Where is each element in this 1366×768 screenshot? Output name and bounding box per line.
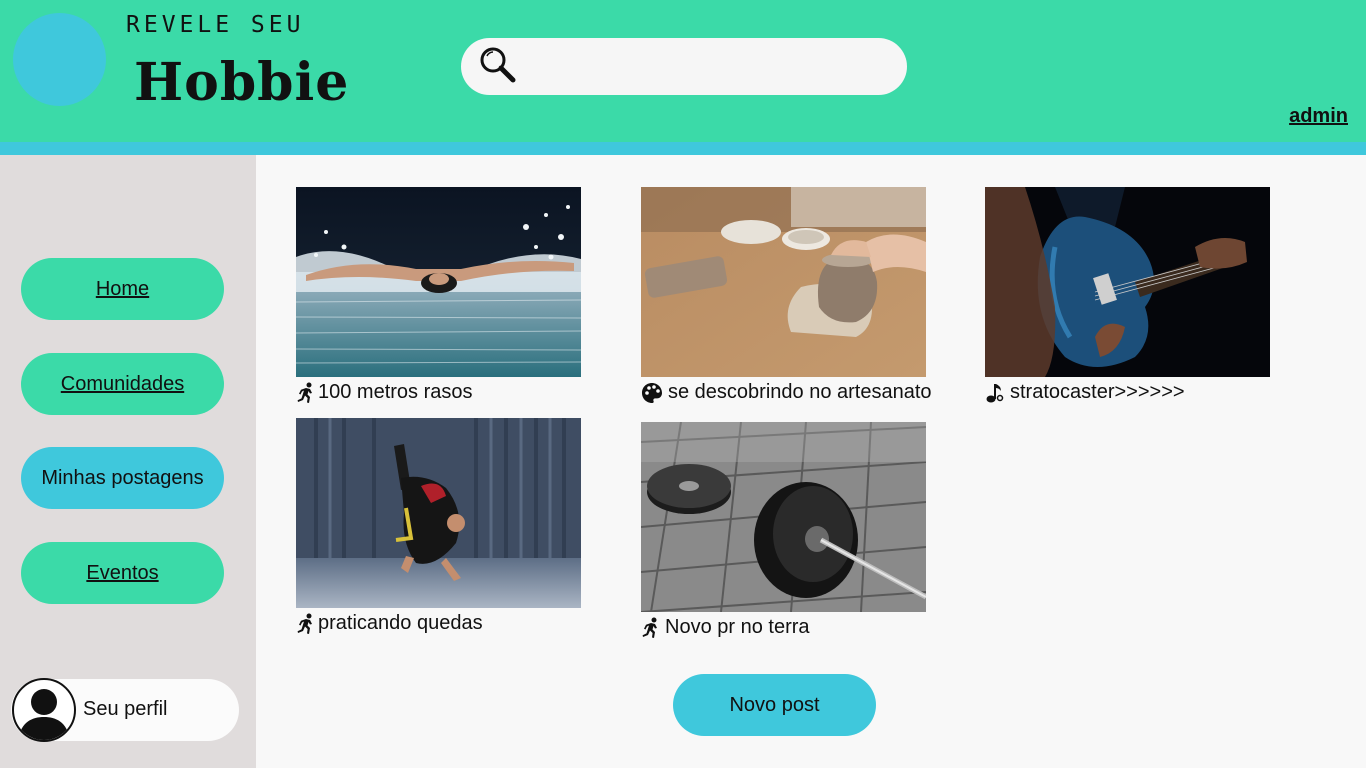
post-image-pottery[interactable]: [641, 187, 926, 377]
search-icon[interactable]: [478, 45, 518, 85]
brand-tagline: REVELE SEU: [126, 12, 305, 38]
palette-icon: [642, 382, 662, 403]
post-caption: 100 metros rasos: [296, 381, 473, 404]
post-image-judo[interactable]: [296, 418, 581, 608]
search-input[interactable]: [461, 38, 907, 95]
sidebar-item-home[interactable]: Home: [21, 258, 224, 320]
avatar: [12, 678, 76, 742]
sidebar-item-comunidades[interactable]: Comunidades: [21, 353, 224, 415]
post-caption: praticando quedas: [296, 612, 483, 635]
running-person-icon: [297, 382, 312, 403]
sidebar-item-eventos[interactable]: Eventos: [21, 542, 224, 604]
post-image-swimmer[interactable]: [296, 187, 581, 377]
header: REVELE SEU Hobbie admin: [0, 0, 1366, 142]
post-caption-text: se descobrindo no artesanato: [668, 381, 932, 403]
post-caption: stratocaster>>>>>>: [985, 381, 1185, 404]
profile-button[interactable]: Seu perfil: [11, 678, 239, 742]
logo-circle: [13, 13, 106, 106]
music-note-icon: [986, 383, 1004, 402]
profile-label: Seu perfil: [83, 698, 168, 720]
user-silhouette-icon: [18, 689, 70, 740]
post-caption-text: praticando quedas: [318, 612, 483, 634]
post-caption-text: Novo pr no terra: [665, 616, 810, 638]
post-caption: se descobrindo no artesanato: [641, 381, 932, 404]
new-post-button[interactable]: Novo post: [673, 674, 876, 736]
post-image-barbell[interactable]: [641, 422, 926, 612]
post-caption-text: stratocaster>>>>>>: [1010, 381, 1185, 403]
running-person-icon: [642, 617, 657, 638]
post-caption-text: 100 metros rasos: [318, 381, 473, 403]
running-person-icon: [297, 613, 312, 634]
brand-title: Hobbie: [134, 52, 350, 113]
post-caption: Novo pr no terra: [641, 616, 810, 639]
header-accent-strip: [0, 142, 1366, 155]
sidebar-item-minhas-postagens[interactable]: Minhas postagens: [21, 447, 224, 509]
post-image-guitar[interactable]: [985, 187, 1270, 377]
user-account-link[interactable]: admin: [1289, 105, 1348, 128]
